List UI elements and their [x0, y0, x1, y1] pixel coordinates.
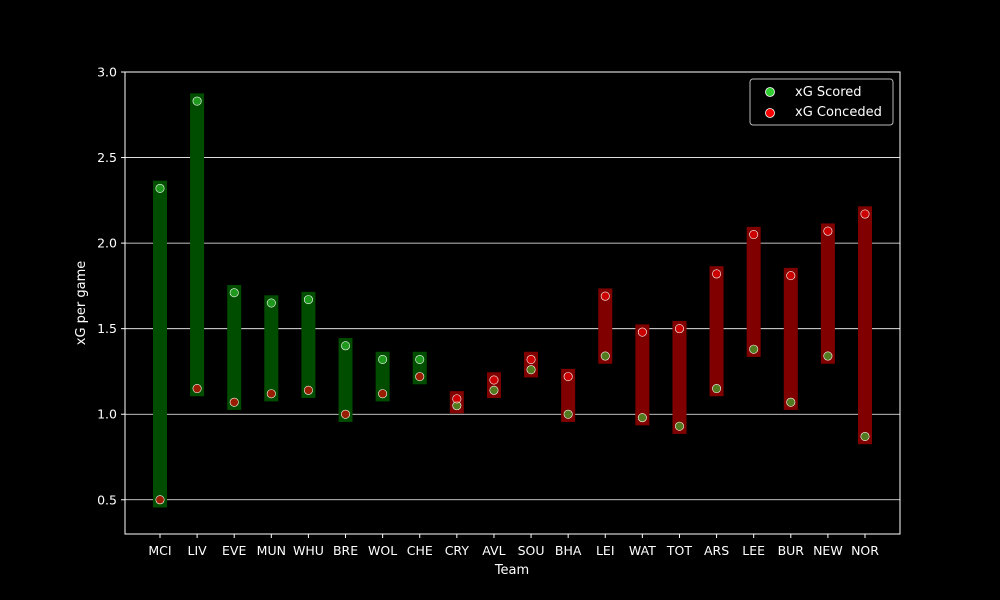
legend-label-conceded: xG Conceded — [795, 105, 882, 120]
point-scored-ars — [712, 384, 722, 394]
range-bar-bre — [338, 338, 353, 422]
range-bar-nor — [858, 206, 872, 445]
y-tick-label: 3.0 — [97, 65, 117, 80]
point-conceded-wat — [637, 327, 647, 337]
x-tick-label-mci: MCI — [148, 543, 171, 558]
y-tick-label: 2.5 — [97, 150, 117, 165]
x-tick-label-avl: AVL — [482, 543, 505, 558]
x-tick-label-ars: ARS — [704, 543, 729, 558]
point-conceded-che — [415, 372, 425, 382]
x-tick-label-bre: BRE — [333, 543, 358, 558]
point-conceded-liv — [192, 384, 202, 394]
range-bar-ars — [709, 266, 724, 397]
range-bar-whu — [301, 291, 316, 398]
legend-marker-conceded — [765, 108, 775, 118]
x-tick-label-liv: LIV — [188, 543, 208, 558]
y-tick-label: 0.5 — [97, 492, 117, 507]
point-conceded-mci — [155, 495, 165, 505]
legend-label-scored: xG Scored — [795, 85, 862, 100]
point-scored-bre — [341, 341, 351, 351]
point-conceded-lee — [749, 230, 759, 240]
point-scored-mun — [266, 298, 276, 308]
point-scored-liv — [192, 96, 202, 106]
point-scored-tot — [674, 421, 684, 431]
range-bar-new — [820, 223, 835, 364]
range-bar-tot — [672, 320, 687, 434]
x-tick-label-eve: EVE — [222, 543, 246, 558]
range-bar-liv — [190, 93, 205, 397]
point-conceded-tot — [674, 324, 684, 334]
point-scored-eve — [229, 288, 239, 298]
range-bar-mun — [264, 295, 279, 402]
range-bar-lee — [746, 226, 761, 357]
x-tick-label-cry: CRY — [445, 543, 470, 558]
x-tick-label-nor: NOR — [851, 543, 879, 558]
point-conceded-bha — [563, 372, 573, 382]
point-conceded-bur — [786, 271, 796, 281]
x-tick-label-sou: SOU — [518, 543, 545, 558]
x-tick-label-lee: LEE — [742, 543, 765, 558]
point-conceded-bre — [341, 409, 351, 419]
xg-chart: 0.5 1.0 1.5 2.0 2.5 3.0 MCI LIV EVE MUN WHU BRE WOL… — [0, 0, 1000, 600]
range-bar-bur — [783, 267, 798, 410]
range-bar-eve — [227, 285, 242, 410]
point-conceded-new — [823, 226, 833, 236]
x-tick-label-wol: WOL — [368, 543, 397, 558]
point-scored-sou — [526, 365, 536, 375]
x-axis-label: Team — [494, 563, 529, 578]
y-tick-label: 1.0 — [97, 407, 117, 422]
range-bar-mci — [153, 180, 167, 508]
point-scored-wol — [378, 354, 388, 364]
x-tick-label-wat: WAT — [629, 543, 656, 558]
point-conceded-lei — [600, 291, 610, 301]
point-scored-bur — [786, 397, 796, 407]
point-conceded-eve — [229, 397, 239, 407]
x-tick-label-lei: LEI — [596, 543, 615, 558]
point-conceded-mun — [266, 389, 276, 399]
point-scored-lei — [600, 351, 610, 361]
y-tick-label: 1.5 — [97, 321, 117, 336]
point-scored-nor — [860, 431, 870, 441]
point-conceded-wol — [378, 389, 388, 399]
point-conceded-avl — [489, 375, 499, 385]
range-bar-wat — [635, 324, 650, 426]
x-tick-label-tot: TOT — [666, 543, 692, 558]
point-scored-avl — [489, 385, 499, 395]
point-conceded-ars — [712, 269, 722, 279]
x-tick-label-mun: MUN — [257, 543, 286, 558]
x-tick-label-bha: BHA — [555, 543, 582, 558]
point-scored-mci — [155, 183, 165, 193]
point-scored-che — [415, 354, 425, 364]
point-scored-wat — [637, 413, 647, 423]
point-conceded-cry — [452, 394, 462, 404]
x-tick-label-che: CHE — [407, 543, 433, 558]
legend-marker-scored — [765, 87, 775, 97]
point-scored-lee — [749, 344, 759, 354]
point-scored-bha — [563, 409, 573, 419]
legend: xG Scored xG Conceded — [749, 78, 894, 126]
x-tick-label-new: NEW — [813, 543, 843, 558]
x-tick-label-whu: WHU — [293, 543, 324, 558]
point-conceded-sou — [526, 354, 536, 364]
point-scored-whu — [303, 295, 313, 305]
point-conceded-nor — [860, 209, 870, 219]
y-tick-label: 2.0 — [97, 236, 117, 251]
point-scored-new — [823, 351, 833, 361]
point-conceded-whu — [303, 385, 313, 395]
y-axis-label: xG per game — [74, 261, 89, 346]
x-tick-label-bur: BUR — [778, 543, 805, 558]
